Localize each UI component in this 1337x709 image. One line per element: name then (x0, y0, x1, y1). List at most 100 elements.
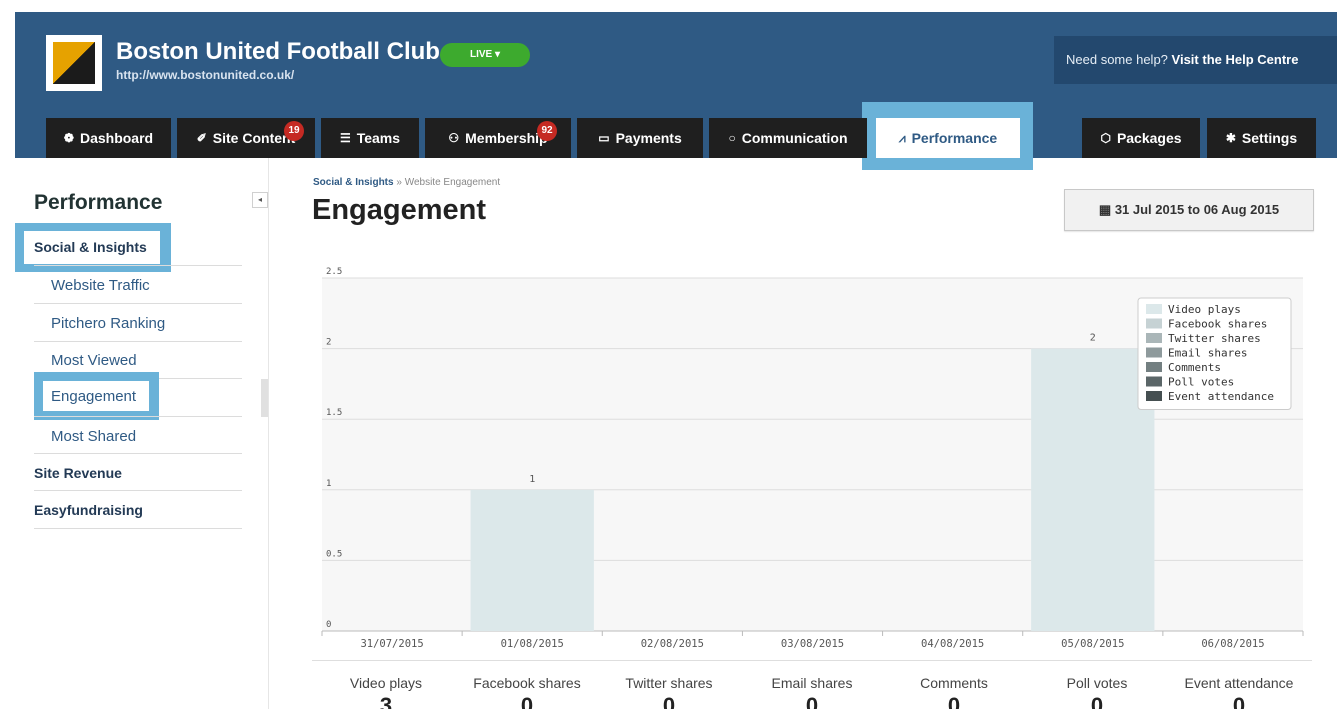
stat-item: Twitter shares 0 (599, 675, 739, 709)
x-tick-label: 04/08/2015 (921, 638, 984, 650)
tab-settings[interactable]: ✱ Settings (1207, 118, 1316, 158)
tab-performance[interactable]: ⩘ Performance (876, 118, 1020, 158)
breadcrumb: Social & Insights » Website Engagement (313, 177, 500, 188)
stat-value: 0 (520, 693, 534, 709)
breadcrumb-parent-link[interactable]: Social & Insights (313, 177, 394, 188)
gear-icon: ✱ (1225, 131, 1236, 145)
legend-label: Poll votes (1168, 376, 1234, 389)
sidebar-divider-line (34, 265, 242, 266)
legend-swatch (1146, 304, 1162, 314)
legend-swatch (1146, 318, 1162, 329)
stat-label: Email shares (771, 675, 853, 691)
club-logo-mark (53, 42, 95, 84)
legend-swatch (1146, 391, 1162, 401)
site-content-count-badge: 19 (284, 121, 304, 141)
legend-label: Event attendance (1168, 390, 1274, 403)
tab-label: Payments (615, 130, 682, 146)
stat-label: Poll votes (1066, 675, 1128, 691)
dashboard-icon: ❁ (63, 131, 74, 145)
stat-value: 0 (1232, 693, 1246, 709)
x-tick-label: 01/08/2015 (501, 638, 564, 650)
sidebar-divider-line (34, 490, 242, 491)
stat-label: Comments (920, 675, 988, 691)
chat-bubble-icon: ○ (728, 131, 736, 145)
y-tick-label: 0 (326, 620, 331, 630)
stat-value: 3 (379, 693, 393, 709)
tab-communication[interactable]: ○ Communication (709, 118, 867, 158)
stat-item: Video plays 3 (316, 675, 456, 709)
sidebar-item-most-viewed[interactable]: Most Viewed (51, 352, 137, 369)
tab-label: Site Content (212, 130, 296, 146)
membership-count-badge: 92 (537, 121, 557, 141)
tab-label: Packages (1116, 130, 1182, 146)
x-tick-label: 03/08/2015 (781, 638, 844, 650)
sidebar-item-most-shared[interactable]: Most Shared (51, 428, 136, 445)
legend-swatch (1146, 347, 1162, 358)
sidebar-item-site-revenue[interactable]: Site Revenue (34, 465, 122, 481)
app-root: Boston United Football Club http://www.b… (0, 0, 1337, 709)
stat-value: 0 (662, 693, 676, 709)
sidebar-item-pitchero-ranking[interactable]: Pitchero Ranking (51, 315, 165, 332)
tab-label: Teams (356, 130, 401, 146)
y-tick-label: 0.5 (326, 549, 342, 559)
stat-item: Event attendance 0 (1169, 675, 1309, 709)
sidebar-item-engagement[interactable]: Engagement (51, 388, 136, 405)
legend-label: Comments (1168, 361, 1221, 374)
y-tick-label: 1.5 (326, 408, 342, 418)
collapse-sidebar-button[interactable]: ◂ (252, 192, 268, 208)
live-status-dropdown[interactable]: LIVE ▾ (440, 43, 530, 67)
bar-data-label: 2 (1090, 333, 1096, 344)
sidebar-divider-line (34, 453, 242, 454)
stat-value: 0 (947, 693, 961, 709)
y-tick-label: 2 (326, 338, 331, 348)
sidebar-divider (268, 158, 269, 709)
legend-swatch (1146, 376, 1162, 387)
line-chart-icon: ⩘ (898, 130, 906, 145)
help-banner: Need some help? Visit the Help Centre (1054, 36, 1337, 84)
tab-label: Performance (911, 130, 998, 146)
tab-label: Dashboard (79, 130, 154, 146)
users-icon: ⚇ (448, 131, 460, 145)
stat-label: Event attendance (1184, 675, 1294, 691)
tab-label: Communication (741, 130, 848, 146)
stat-label: Video plays (349, 675, 423, 691)
sidebar-divider-line (34, 528, 242, 529)
bar (1031, 348, 1155, 631)
stat-item: Poll votes 0 (1027, 675, 1167, 709)
calendar-icon: ▦ (1098, 202, 1112, 217)
sidebar-divider-line (34, 416, 242, 417)
x-tick-label: 31/07/2015 (360, 638, 423, 650)
stat-item: Comments 0 (884, 675, 1024, 709)
tab-dashboard[interactable]: ❁ Dashboard (46, 118, 171, 158)
legend-swatch (1146, 333, 1162, 343)
club-logo[interactable] (46, 35, 102, 91)
sidebar-item-website-traffic[interactable]: Website Traffic (51, 277, 150, 294)
list-icon: ☰ (339, 131, 351, 145)
bar-data-label: 1 (529, 474, 535, 485)
x-tick-label: 02/08/2015 (641, 638, 704, 650)
sidebar-divider-line (34, 341, 242, 342)
legend-label: Video plays (1168, 303, 1241, 316)
breadcrumb-current: Website Engagement (404, 177, 501, 188)
sidebar-item-social-insights[interactable]: Social & Insights (34, 239, 147, 255)
tab-packages[interactable]: ⬡ Packages (1082, 118, 1200, 158)
sidebar-title: Performance (34, 191, 163, 214)
help-centre-link[interactable]: Visit the Help Centre (1172, 52, 1299, 67)
sidebar-item-easyfundraising[interactable]: Easyfundraising (34, 502, 143, 518)
credit-card-icon: ▭ (598, 131, 610, 145)
stat-label: Twitter shares (625, 675, 713, 691)
club-name[interactable]: Boston United Football Club (116, 38, 440, 66)
bar (470, 489, 594, 631)
date-range-button[interactable]: ▦ 31 Jul 2015 to 06 Aug 2015 (1064, 189, 1314, 231)
tab-payments[interactable]: ▭ Payments (577, 118, 703, 158)
pencil-icon: ✐ (196, 131, 207, 145)
tab-label: Settings (1241, 130, 1298, 146)
legend-label: Email shares (1168, 347, 1247, 360)
header: Boston United Football Club http://www.b… (0, 0, 1337, 170)
club-url[interactable]: http://www.bostonunited.co.uk/ (116, 68, 294, 82)
sidebar-resize-handle[interactable] (261, 379, 268, 417)
tab-teams[interactable]: ☰ Teams (321, 118, 419, 158)
stat-item: Facebook shares 0 (457, 675, 597, 709)
help-prefix: Need some help? (1066, 52, 1168, 67)
tab-label: Membership (465, 130, 548, 146)
